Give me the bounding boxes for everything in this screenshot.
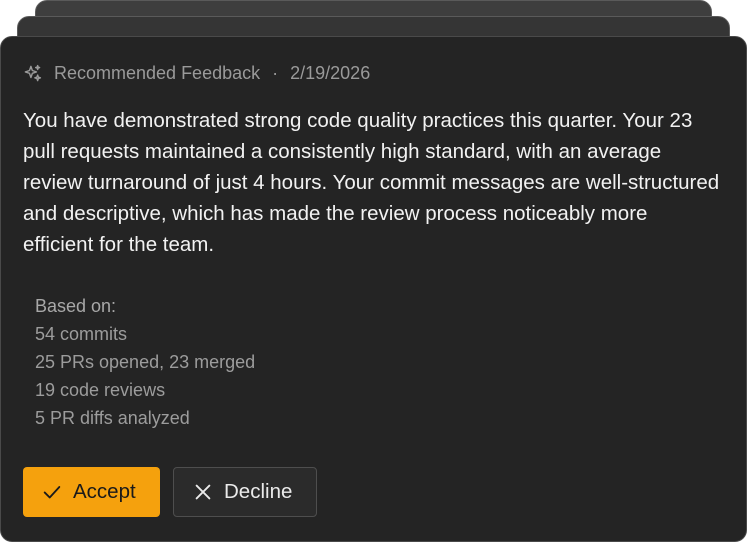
header-separator: · [272, 62, 279, 83]
feedback-card: Recommended Feedback · 2/19/2026 You hav… [0, 36, 747, 542]
check-icon [41, 481, 63, 503]
feedback-label: Recommended Feedback [54, 62, 261, 83]
feedback-stack: Recommended Feedback · 2/19/2026 You hav… [0, 0, 747, 542]
based-on-item: 25 PRs opened, 23 merged [35, 352, 256, 372]
feedback-header: Recommended Feedback · 2/19/2026 [23, 63, 370, 83]
decline-button-label: Decline [224, 480, 293, 503]
feedback-date: 2/19/2026 [290, 62, 371, 83]
based-on-section: Based on: 54 commits 25 PRs opened, 23 m… [35, 292, 255, 432]
accept-button-label: Accept [73, 480, 136, 503]
based-on-item: 5 PR diffs analyzed [35, 408, 190, 428]
based-on-item: 54 commits [35, 324, 128, 344]
sparkles-icon [23, 64, 42, 83]
decline-button[interactable]: Decline [173, 467, 317, 517]
based-on-item: 19 code reviews [35, 380, 166, 400]
close-icon [192, 481, 214, 503]
accept-button[interactable]: Accept [23, 467, 160, 517]
feedback-body: You have demonstrated strong code qualit… [23, 109, 720, 256]
based-on-title: Based on: [35, 296, 117, 316]
